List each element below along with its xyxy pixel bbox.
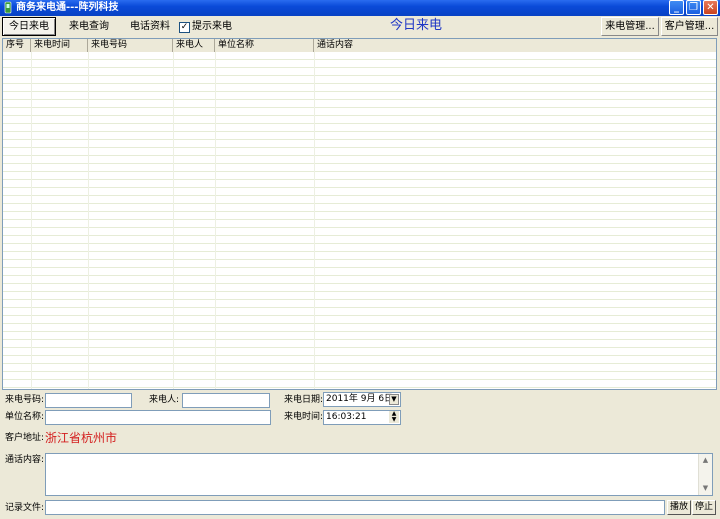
- vertical-scrollbar[interactable]: ▲ ▼: [698, 454, 712, 495]
- column-divider: [314, 52, 315, 389]
- column-divider: [173, 52, 174, 389]
- call-management-button[interactable]: 来电管理...: [601, 17, 659, 36]
- window-title: 商务来电通---阵列科技: [16, 2, 119, 13]
- call-date-label: 来电日期:: [284, 395, 324, 405]
- toolbar: 今日来电 来电查询 电话资料 来电管理... 客户管理...: [0, 16, 720, 37]
- column-header-caller[interactable]: 来电人: [173, 39, 215, 52]
- call-date-value: 2011年 9月 6日: [326, 394, 394, 404]
- scroll-down-icon[interactable]: ▼: [700, 483, 711, 494]
- caller-number-field[interactable]: [45, 393, 132, 408]
- customer-management-button[interactable]: 客户管理...: [661, 17, 718, 36]
- caller-name-label: 来电人:: [149, 395, 180, 405]
- call-query-button[interactable]: 来电查询: [60, 17, 118, 36]
- banner-title: 今日来电: [390, 18, 443, 33]
- phone-directory-button[interactable]: 电话资料: [121, 17, 179, 36]
- spin-down-icon[interactable]: ▼: [389, 417, 399, 423]
- close-button[interactable]: ✕: [703, 0, 718, 15]
- column-header-number[interactable]: 来电号码: [88, 39, 173, 52]
- record-file-label: 记录文件:: [5, 503, 45, 513]
- calls-table[interactable]: 序号 来电时间 来电号码 来电人 单位名称 通话内容: [2, 38, 717, 390]
- caller-name-field[interactable]: [182, 393, 270, 408]
- minimize-button[interactable]: _: [669, 0, 684, 15]
- call-time-label: 来电时间:: [284, 412, 324, 422]
- column-header-time[interactable]: 来电时间: [31, 39, 88, 52]
- caller-number-label: 来电号码:: [5, 395, 45, 405]
- chevron-down-icon[interactable]: ▼: [389, 394, 399, 405]
- restore-button[interactable]: ❐: [686, 0, 701, 15]
- show-calls-checkbox[interactable]: ✓: [179, 22, 190, 33]
- address-label: 客户地址:: [5, 433, 45, 443]
- column-divider: [215, 52, 216, 389]
- company-field[interactable]: [45, 410, 271, 425]
- call-date-picker[interactable]: 2011年 9月 6日 ▼: [323, 392, 401, 407]
- company-label: 单位名称:: [5, 412, 45, 422]
- content-label: 通话内容:: [5, 455, 45, 465]
- today-calls-button[interactable]: 今日来电: [2, 17, 56, 36]
- content-textarea[interactable]: ▲ ▼: [45, 453, 713, 496]
- address-value: 浙江省杭州市: [45, 431, 118, 445]
- column-divider: [31, 52, 32, 389]
- table-body[interactable]: [3, 52, 716, 389]
- stop-button[interactable]: 停止: [692, 500, 716, 515]
- column-header-content[interactable]: 通话内容: [314, 39, 703, 52]
- column-header-index[interactable]: 序号: [3, 39, 31, 52]
- app-icon: [4, 1, 12, 14]
- column-header-company[interactable]: 单位名称: [215, 39, 314, 52]
- scroll-up-icon[interactable]: ▲: [700, 455, 711, 466]
- record-file-field[interactable]: [45, 500, 665, 515]
- table-header: 序号 来电时间 来电号码 来电人 单位名称 通话内容: [3, 39, 716, 53]
- column-divider: [88, 52, 89, 389]
- call-time-value: 16:03:21: [326, 412, 367, 422]
- title-bar: 商务来电通---阵列科技 _ ❐ ✕: [0, 0, 720, 16]
- call-time-field[interactable]: 16:03:21 ▲ ▼: [323, 410, 401, 425]
- header-filler: [702, 39, 716, 52]
- show-calls-label: 提示来电: [192, 21, 232, 32]
- play-button[interactable]: 播放: [667, 500, 691, 515]
